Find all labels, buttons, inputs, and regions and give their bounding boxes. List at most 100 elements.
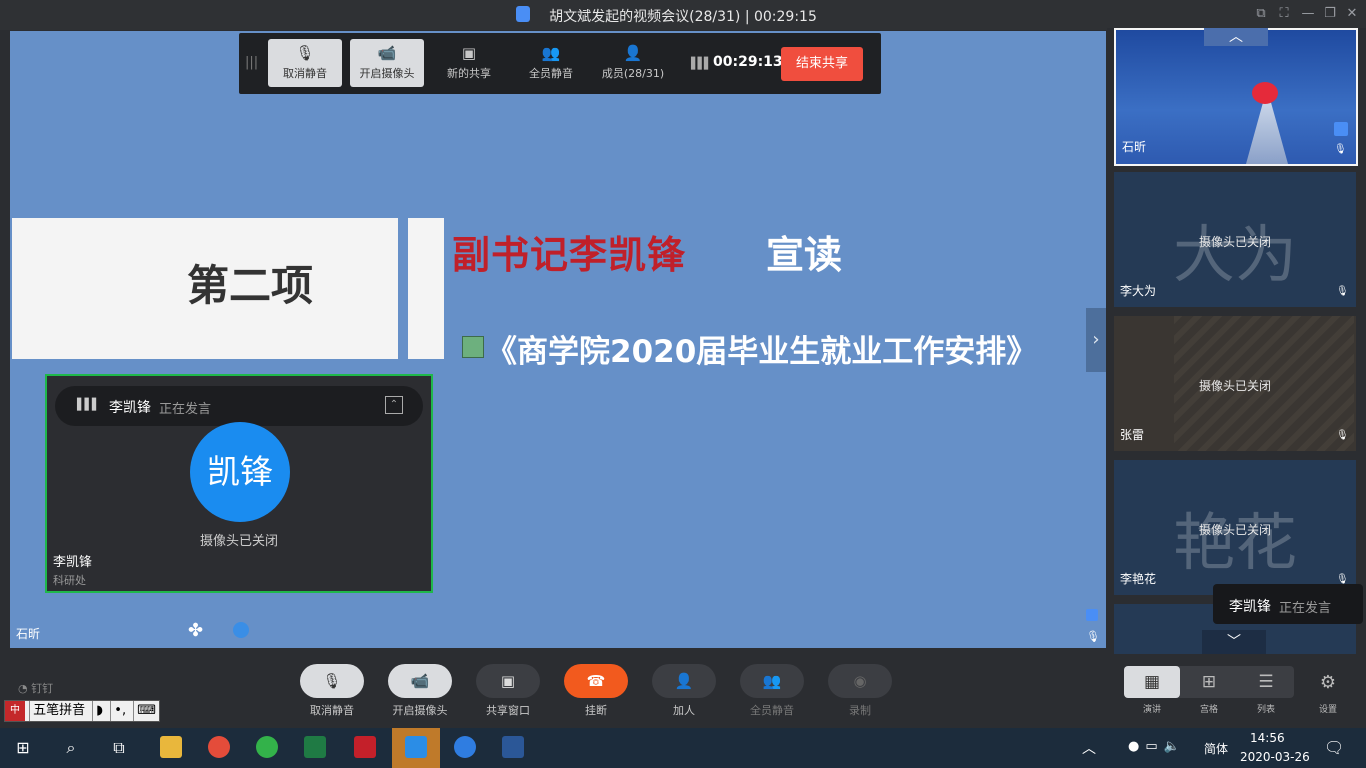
unmute-button[interactable]: 🎙 取消静音 — [300, 664, 364, 718]
mute-all-button[interactable]: 👥 全员静音 — [740, 664, 804, 718]
audio-level-icon: ▌▌▌ — [77, 398, 100, 411]
participant-tile[interactable]: 艳花 摄像头已关闭 李艳花 🎙 — [1114, 460, 1356, 595]
expand-icon[interactable]: ⌃ — [385, 396, 403, 414]
settings-button[interactable]: ⚙ — [1310, 672, 1346, 693]
pin-window-icon[interactable]: ⧉ — [1253, 6, 1269, 22]
share-owner-name: 石昕 — [16, 627, 41, 641]
fullscreen-icon[interactable]: ⛶ — [1276, 6, 1292, 22]
windows-start-icon[interactable]: ⊞ — [10, 736, 36, 760]
hangup-button[interactable]: ☎ 挂断 — [564, 664, 628, 718]
speaker-pill-name: 李凯锋 — [109, 400, 151, 416]
record-button[interactable]: ◉ 录制 — [828, 664, 892, 718]
mic-off-icon: 🎙 — [1334, 144, 1347, 155]
toast-name: 李凯锋 — [1229, 599, 1271, 615]
slide-verb: 宣读 — [766, 233, 843, 277]
camera-off-icon: 📹 — [377, 44, 397, 62]
next-page-button[interactable]: › — [1086, 308, 1106, 372]
close-icon[interactable]: ✕ — [1344, 6, 1360, 22]
camera-status: 摄像头已关闭 — [1198, 523, 1271, 537]
mute-all-icon: 👥 — [740, 664, 804, 698]
speaker-dept: 科研处 — [53, 574, 86, 587]
camera-off-icon: 📹 — [388, 664, 452, 698]
chrome-icon[interactable] — [208, 736, 230, 758]
title-bar: 胡文斌发起的视频会议(28/31) | 00:29:15 ⧉ ⛶ — ❐ ✕ — [0, 0, 1366, 30]
speaker-layout-button[interactable]: ▦ — [1124, 666, 1180, 698]
gear-icon: ⚙ — [1319, 672, 1337, 693]
end-share-button[interactable]: 结束共享 — [781, 47, 863, 81]
minimize-icon[interactable]: — — [1300, 6, 1316, 22]
battery-icon[interactable]: ▭ — [1145, 739, 1163, 754]
slide-speaker: 副书记李凯锋 — [452, 233, 687, 277]
ime-toolbar[interactable]: 中 五笔拼音 ◗ •, ⌨ — [4, 700, 161, 722]
slide-bullet-icon — [462, 336, 484, 358]
grid-layout-label: 宫格 — [1199, 705, 1218, 715]
keyboard-icon[interactable]: ⌨ — [133, 701, 159, 721]
volume-icon[interactable]: 🔈 — [1164, 739, 1186, 754]
camera-status: 摄像头已关闭 — [1198, 235, 1271, 249]
notification-icon[interactable]: 🗨 — [1324, 738, 1344, 757]
wechat-tray-icon[interactable]: ● — [1128, 739, 1145, 754]
browser-icon — [233, 622, 249, 638]
tray-time[interactable]: 14:56 — [1250, 731, 1285, 745]
members-button[interactable]: 👤 成员(28/31) — [596, 39, 670, 87]
signal-icon: ▌▌▌ — [691, 57, 712, 70]
grid-layout-button[interactable]: ⊞ — [1181, 666, 1237, 698]
tray-expand-icon[interactable]: ︿ — [1082, 738, 1096, 758]
share-toolbar: ||| 🎙 取消静音 📹 开启摄像头 ▣ 新的共享 👥 全员静音 👤 成员(28… — [239, 33, 881, 94]
half-width-icon[interactable]: ◗ — [92, 701, 106, 721]
add-person-button[interactable]: 👤 加人 — [652, 664, 716, 718]
pinwheel-icon: ✤ — [188, 620, 204, 641]
participant-name: 张雷 — [1120, 428, 1145, 442]
list-layout-label: 列表 — [1256, 705, 1275, 715]
file-explorer-icon[interactable] — [160, 736, 182, 758]
unmute-button[interactable]: 🎙 取消静音 — [268, 39, 342, 87]
camera-status: 摄像头已关闭 — [199, 534, 278, 549]
new-share-button[interactable]: ▣ 新的共享 — [432, 39, 506, 87]
scroll-down-button[interactable]: ﹀ — [1202, 630, 1266, 654]
camera-on-button[interactable]: 📹 开启摄像头 — [388, 664, 452, 718]
participant-tile[interactable]: 大为 摄像头已关闭 李大为 🎙 — [1114, 172, 1356, 307]
mic-off-icon: 🎙 — [1086, 630, 1100, 643]
task-view-icon[interactable]: ⧉ — [106, 736, 132, 760]
drag-handle-icon[interactable]: ||| — [245, 55, 258, 71]
tray-date[interactable]: 2020-03-26 — [1240, 750, 1310, 764]
share-window-icon: ▣ — [476, 664, 540, 698]
tray-ime[interactable]: 简体 — [1204, 740, 1228, 757]
slide-document-title: 《商学院2020届毕业生就业工作安排》 — [486, 334, 1038, 370]
share-badge-icon — [1086, 609, 1098, 621]
mute-all-icon: 👥 — [541, 44, 561, 62]
participant-tile[interactable]: 摄像头已关闭 张雷 🎙 — [1114, 316, 1356, 451]
mute-all-button[interactable]: 👥 全员静音 — [514, 39, 588, 87]
add-person-icon: 👤 — [652, 664, 716, 698]
acrobat-icon[interactable] — [354, 736, 376, 758]
speaker-layout-label: 演讲 — [1142, 705, 1161, 715]
active-speaker-tile[interactable]: ▌▌▌ 李凯锋 正在发言 ⌃ 凯锋 摄像头已关闭 李凯锋 科研处 — [45, 374, 433, 593]
feishu-icon[interactable] — [454, 736, 476, 758]
mic-off-icon: 🎙 — [1336, 286, 1349, 297]
restore-icon[interactable]: ❐ — [1322, 6, 1338, 22]
excel-icon[interactable] — [304, 736, 326, 758]
ime-name: 五笔拼音 — [29, 701, 88, 721]
wechat-icon[interactable] — [256, 736, 278, 758]
speaking-toast: 李凯锋 正在发言 — [1213, 584, 1363, 624]
punctuation-icon[interactable]: •, — [110, 701, 129, 721]
share-badge-icon — [1334, 122, 1348, 136]
search-icon[interactable]: ⌕ — [58, 736, 84, 760]
tray-icons[interactable]: ●▭🔈 — [1128, 739, 1186, 754]
settings-label: 设置 — [1318, 705, 1337, 715]
camera-status: 摄像头已关闭 — [1198, 379, 1271, 393]
mic-off-icon: 🎙 — [300, 664, 364, 698]
word-icon[interactable] — [502, 736, 524, 758]
list-layout-button[interactable]: ☰ — [1238, 666, 1294, 698]
toast-status: 正在发言 — [1279, 601, 1332, 616]
camera-on-button[interactable]: 📹 开启摄像头 — [350, 39, 424, 87]
members-icon: 👤 — [623, 44, 643, 62]
scroll-up-button[interactable]: ︿ — [1204, 28, 1268, 46]
participant-tile[interactable]: ︿ 石昕 🎙 — [1114, 28, 1358, 166]
record-icon: ◉ — [828, 664, 892, 698]
share-window-button[interactable]: ▣ 共享窗口 — [476, 664, 540, 718]
mic-off-icon: 🎙 — [295, 44, 315, 62]
speaker-layout-icon: ▦ — [1143, 672, 1161, 692]
brand-label: ◔ 钉钉 — [18, 682, 54, 695]
ime-logo-icon: 中 — [5, 701, 25, 721]
